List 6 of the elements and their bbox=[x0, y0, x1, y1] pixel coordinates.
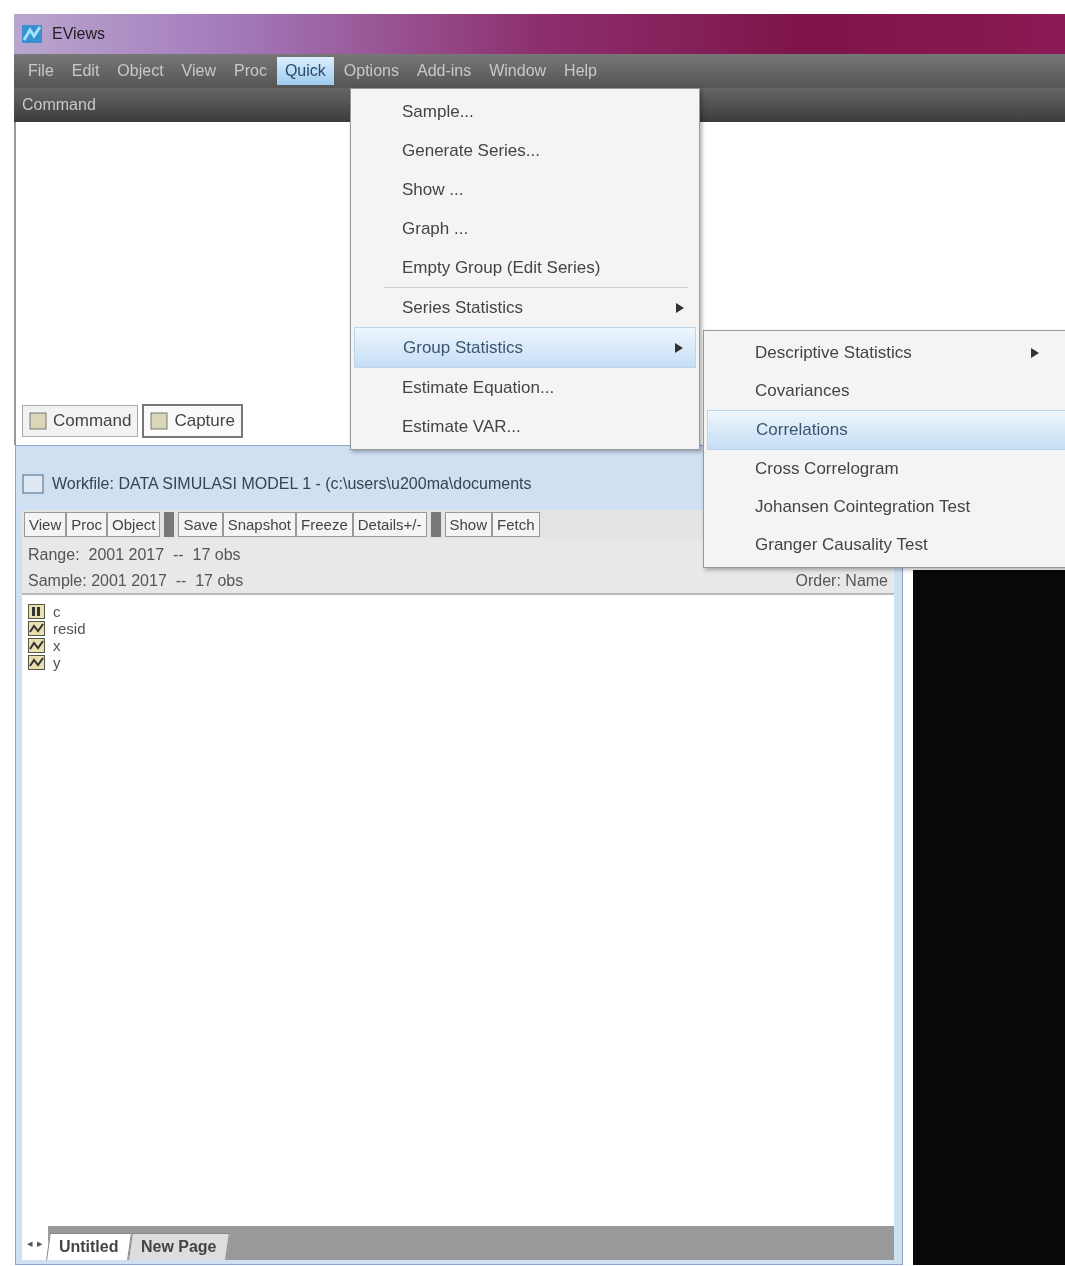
order-text: Order: Name bbox=[795, 572, 888, 590]
window-title: EViews bbox=[52, 25, 106, 43]
panel-title: Command bbox=[22, 96, 96, 114]
range-text: Range: 2001 2017 -- 17 obs bbox=[28, 546, 242, 564]
window-title: Workfile: DATA SIMULASI MODEL 1 - (c:\users\u200ma\documents bbox=[52, 475, 532, 493]
sample-text: Sample: 2001 2017 -- 17 obs bbox=[28, 572, 244, 590]
